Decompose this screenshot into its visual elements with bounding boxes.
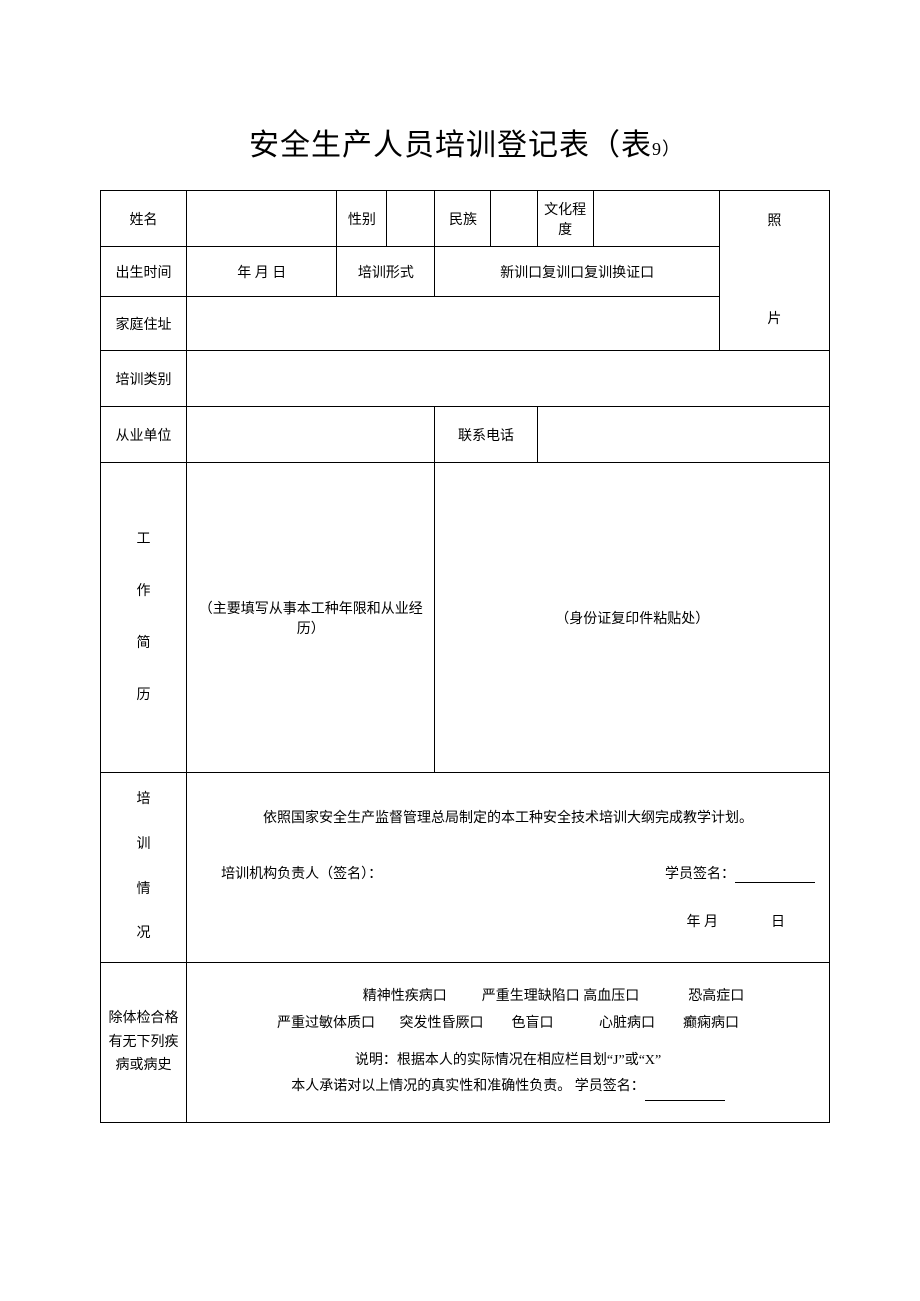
date-ym: 年 月: [687, 915, 719, 930]
id-copy-area[interactable]: （身份证复印件粘贴处）: [435, 463, 830, 773]
health-sign-line[interactable]: [645, 1086, 725, 1101]
date-d: 日: [771, 915, 785, 930]
label-employer: 从业单位: [101, 407, 187, 463]
health-note-1: 说明：根据本人的实际情况在相应栏目划“J”或“X”: [191, 1048, 825, 1075]
field-birth[interactable]: 年 月 日: [187, 247, 337, 297]
photo-area[interactable]: 照片: [719, 191, 829, 351]
field-addr[interactable]: [187, 297, 720, 351]
label-name: 姓名: [101, 191, 187, 247]
field-train-situation[interactable]: 依照国家安全生产监督管理总局制定的本工种安全技术培训大纲完成教学计划。 培训机构…: [187, 773, 830, 963]
label-health: 除体检合格有无下列疾病或病史: [101, 963, 187, 1123]
title-sub: 9）: [652, 139, 681, 159]
label-ethnic: 民族: [435, 191, 491, 247]
label-train-situation: 培训情况: [101, 773, 187, 963]
label-edu: 文化程度: [537, 191, 593, 247]
health-row-2: 严重过敏体质口 突发性昏厥口 色盲口 心脏病口 癫痫病口: [191, 1011, 825, 1038]
title-main: 安全生产人员培训登记表（表: [249, 129, 652, 162]
page-title: 安全生产人员培训登记表（表9）: [100, 120, 830, 164]
train-statement: 依照国家安全生产监督管理总局制定的本工种安全技术培训大纲完成教学计划。: [191, 807, 825, 827]
label-gender: 性别: [337, 191, 387, 247]
field-name[interactable]: [187, 191, 337, 247]
label-train-cat: 培训类别: [101, 351, 187, 407]
health-note-2: 本人承诺对以上情况的真实性和准确性负责。 学员签名：: [191, 1074, 825, 1101]
field-ethnic[interactable]: [491, 191, 537, 247]
field-train-cat[interactable]: [187, 351, 830, 407]
label-phone: 联系电话: [435, 407, 537, 463]
field-gender[interactable]: [387, 191, 435, 247]
student-sign-label: 学员签名：: [665, 867, 735, 882]
label-birth: 出生时间: [101, 247, 187, 297]
label-work-history: 工作简历: [101, 463, 187, 773]
label-addr: 家庭住址: [101, 297, 187, 351]
field-edu[interactable]: [593, 191, 719, 247]
registration-table: 姓名 性别 民族 文化程度 照片 出生时间 年 月 日 培训形式 新训口复训口复…: [100, 190, 830, 1123]
label-train-form: 培训形式: [337, 247, 435, 297]
field-work-history[interactable]: （主要填写从事本工种年限和从业经历）: [187, 463, 435, 773]
student-sign-line[interactable]: [735, 868, 815, 883]
train-org-sign-label: 培训机构负责人（签名）：: [191, 863, 382, 883]
field-phone[interactable]: [537, 407, 829, 463]
health-row-1: 精神性疾病口 严重生理缺陷口 高血压口 恐高症口: [191, 984, 825, 1011]
field-health[interactable]: 精神性疾病口 严重生理缺陷口 高血压口 恐高症口 严重过敏体质口 突发性昏厥口 …: [187, 963, 830, 1123]
field-employer[interactable]: [187, 407, 435, 463]
field-train-form[interactable]: 新训口复训口复训换证口: [435, 247, 719, 297]
